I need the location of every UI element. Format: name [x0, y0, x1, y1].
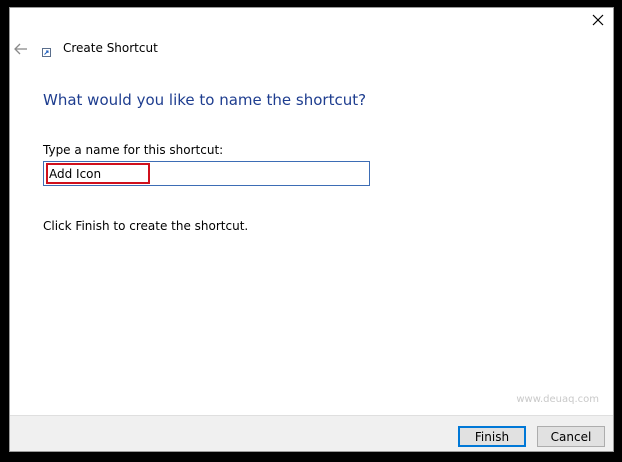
- create-shortcut-dialog: Create Shortcut What would you like to n…: [9, 7, 614, 452]
- close-icon: [592, 14, 604, 26]
- shortcut-name-field: [43, 161, 370, 186]
- back-button[interactable]: [13, 41, 29, 57]
- close-button[interactable]: [587, 10, 609, 30]
- shortcut-name-label: Type a name for this shortcut:: [43, 143, 224, 157]
- finish-button[interactable]: Finish: [458, 426, 526, 447]
- dialog-header: Create Shortcut: [10, 38, 613, 64]
- dialog-footer: Finish Cancel: [10, 415, 613, 451]
- cancel-button[interactable]: Cancel: [537, 426, 605, 447]
- finish-hint-text: Click Finish to create the shortcut.: [43, 219, 249, 233]
- screenshot-frame: Create Shortcut What would you like to n…: [0, 0, 622, 462]
- page-heading: What would you like to name the shortcut…: [43, 91, 367, 109]
- watermark: www.deuaq.com: [516, 394, 599, 405]
- back-arrow-icon: [14, 43, 27, 55]
- shortcut-name-input[interactable]: [44, 162, 369, 185]
- shortcut-icon: [42, 48, 51, 57]
- dialog-title: Create Shortcut: [63, 41, 158, 55]
